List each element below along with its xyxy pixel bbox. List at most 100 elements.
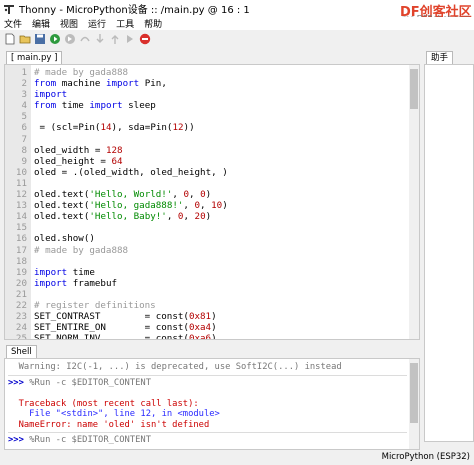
- shell-line: >>> %Run -c $EDITOR_CONTENT: [8, 435, 151, 445]
- line-number: 12: [15, 189, 27, 201]
- menu-bar: 文件 编辑 视图 运行 工具 帮助: [0, 17, 474, 30]
- code-line[interactable]: 6 = (scl=Pin(14), sda=Pin(12)): [21, 122, 407, 133]
- shell-line: NameError: name 'oled' isn't defined: [8, 419, 210, 430]
- line-number: 15: [15, 222, 27, 234]
- line-number: 6: [21, 122, 27, 134]
- line-number: 7: [21, 133, 27, 145]
- line-number: 5: [21, 111, 27, 123]
- menu-help[interactable]: 帮助: [144, 17, 162, 30]
- code-line[interactable]: 18: [16, 256, 407, 267]
- window-title: Thonny - MicroPython设备 :: /main.py @ 16 …: [19, 5, 250, 16]
- code-line[interactable]: 19 import time: [16, 267, 407, 278]
- run-icon[interactable]: [49, 33, 61, 45]
- code-lines[interactable]: 1 # made by gada888 2 from machine import P…: [16, 67, 407, 339]
- shell-area: Shell Warning: I2C(-1, ...) is deprecate…: [4, 344, 420, 450]
- menu-view[interactable]: 视图: [60, 17, 78, 30]
- line-number: 8: [21, 144, 27, 156]
- assistant-panel: 助手: [424, 50, 474, 442]
- stop-icon[interactable]: [139, 33, 151, 45]
- code-line[interactable]: 7: [21, 134, 407, 145]
- editor-area: [ main.py ] 1 # made by gada888 2 from mach…: [4, 50, 420, 340]
- code-line[interactable]: 14 oled.text('Hello, Baby!', 0, 20): [16, 211, 407, 222]
- shell-console[interactable]: Warning: I2C(-1, ...) is deprecated, use…: [4, 358, 420, 450]
- line-number: 24: [15, 322, 27, 334]
- shell-line: File "<stdin>", line 12, in <module>: [8, 409, 220, 419]
- code-line[interactable]: 11: [16, 178, 407, 189]
- tab-shell[interactable]: Shell: [6, 345, 37, 359]
- line-number: 13: [15, 200, 27, 212]
- code-line[interactable]: 4 from time import sleep: [21, 100, 407, 111]
- line-number: 14: [15, 211, 27, 223]
- line-number: 25: [15, 333, 27, 340]
- code-comment: # register definitions: [34, 299, 156, 311]
- line-number: 23: [15, 311, 27, 323]
- code-line[interactable]: 12 oled.text('Hello, World!', 0, 0): [16, 189, 407, 200]
- shell-line: >>> %Run -c $EDITOR_CONTENT: [8, 377, 151, 388]
- code-line[interactable]: 10 oled = .(oled_width, oled_height, ): [16, 167, 407, 178]
- shell-line: Traceback (most recent call last):: [8, 398, 199, 409]
- line-number: 9: [21, 155, 27, 167]
- menu-file[interactable]: 文件: [4, 17, 22, 30]
- code-line[interactable]: 20 import framebuf: [16, 278, 407, 289]
- step-out-icon[interactable]: [109, 33, 121, 45]
- line-number: 18: [15, 255, 27, 267]
- thonny-app-icon: [3, 3, 15, 15]
- line-number: 11: [15, 177, 27, 189]
- code-line[interactable]: 13 oled.text('Hello, gada888!', 0, 10): [16, 200, 407, 211]
- assistant-body: [424, 64, 474, 442]
- line-number: 1: [21, 67, 27, 78]
- line-number: 10: [15, 166, 27, 178]
- menu-run[interactable]: 运行: [88, 17, 106, 30]
- shell-output: Warning: I2C(-1, ...) is deprecated, use…: [8, 362, 407, 450]
- code-line[interactable]: 24 SET_ENTIRE_ON = const(0xa4): [16, 322, 407, 333]
- editor-tab-bar: [ main.py ]: [4, 50, 420, 65]
- code-line[interactable]: 2 from machine import Pin,: [21, 78, 407, 89]
- code-line[interactable]: 17 # made by gada888: [16, 244, 407, 256]
- line-number: 21: [15, 288, 27, 300]
- line-number: 17: [15, 244, 27, 256]
- open-file-icon[interactable]: [19, 33, 31, 45]
- line-number: 16: [15, 233, 27, 245]
- code-line[interactable]: 3 import: [21, 89, 407, 100]
- step-over-icon[interactable]: [79, 33, 91, 45]
- code-comment: # made by gada888: [34, 67, 129, 78]
- debug-icon[interactable]: [64, 33, 76, 45]
- line-number: 4: [21, 100, 27, 112]
- step-into-icon[interactable]: [94, 33, 106, 45]
- save-icon[interactable]: [34, 33, 46, 45]
- code-line[interactable]: 5: [21, 111, 407, 122]
- new-file-icon[interactable]: [4, 33, 16, 45]
- menu-edit[interactable]: 编辑: [32, 17, 50, 30]
- interpreter-status[interactable]: MicroPython (ESP32): [382, 452, 470, 462]
- code-line[interactable]: 8 oled_width = 128: [21, 145, 407, 156]
- line-number: 19: [15, 266, 27, 278]
- line-number: 22: [15, 299, 27, 311]
- shell-separator: [8, 432, 407, 433]
- code-line[interactable]: 1 # made by gada888: [21, 67, 407, 78]
- code-line[interactable]: 23 SET_CONTRAST = const(0x81): [16, 311, 407, 322]
- shell-scrollbar[interactable]: [409, 359, 419, 449]
- shell-line: Warning: I2C(-1, ...) is deprecated, use…: [8, 362, 342, 372]
- resume-icon[interactable]: [124, 33, 136, 45]
- code-line[interactable]: 15: [16, 222, 407, 233]
- line-number: 20: [15, 277, 27, 289]
- editor-scrollbar[interactable]: [409, 65, 419, 339]
- code-line[interactable]: 22 # register definitions: [16, 299, 407, 311]
- code-line[interactable]: 16 oled.show(): [16, 233, 407, 244]
- menu-tools[interactable]: 工具: [116, 17, 134, 30]
- line-number: 3: [21, 89, 27, 101]
- line-number: 2: [21, 78, 27, 90]
- code-comment: # made by gada888: [34, 244, 129, 256]
- shell-separator: [8, 374, 407, 376]
- shell-scroll-thumb[interactable]: [410, 363, 418, 423]
- code-line[interactable]: 21: [16, 289, 407, 300]
- code-editor[interactable]: 1 # made by gada888 2 from machine import P…: [4, 64, 420, 340]
- editor-scroll-thumb[interactable]: [410, 69, 418, 109]
- code-line[interactable]: 9 oled_height = 64: [21, 156, 407, 167]
- status-bar: MicroPython (ESP32): [0, 451, 474, 465]
- tab-main-py[interactable]: [ main.py ]: [6, 51, 63, 65]
- code-line[interactable]: 25 SET_NORM_INV = const(0xa6): [16, 333, 407, 339]
- tab-assistant[interactable]: 助手: [426, 51, 454, 65]
